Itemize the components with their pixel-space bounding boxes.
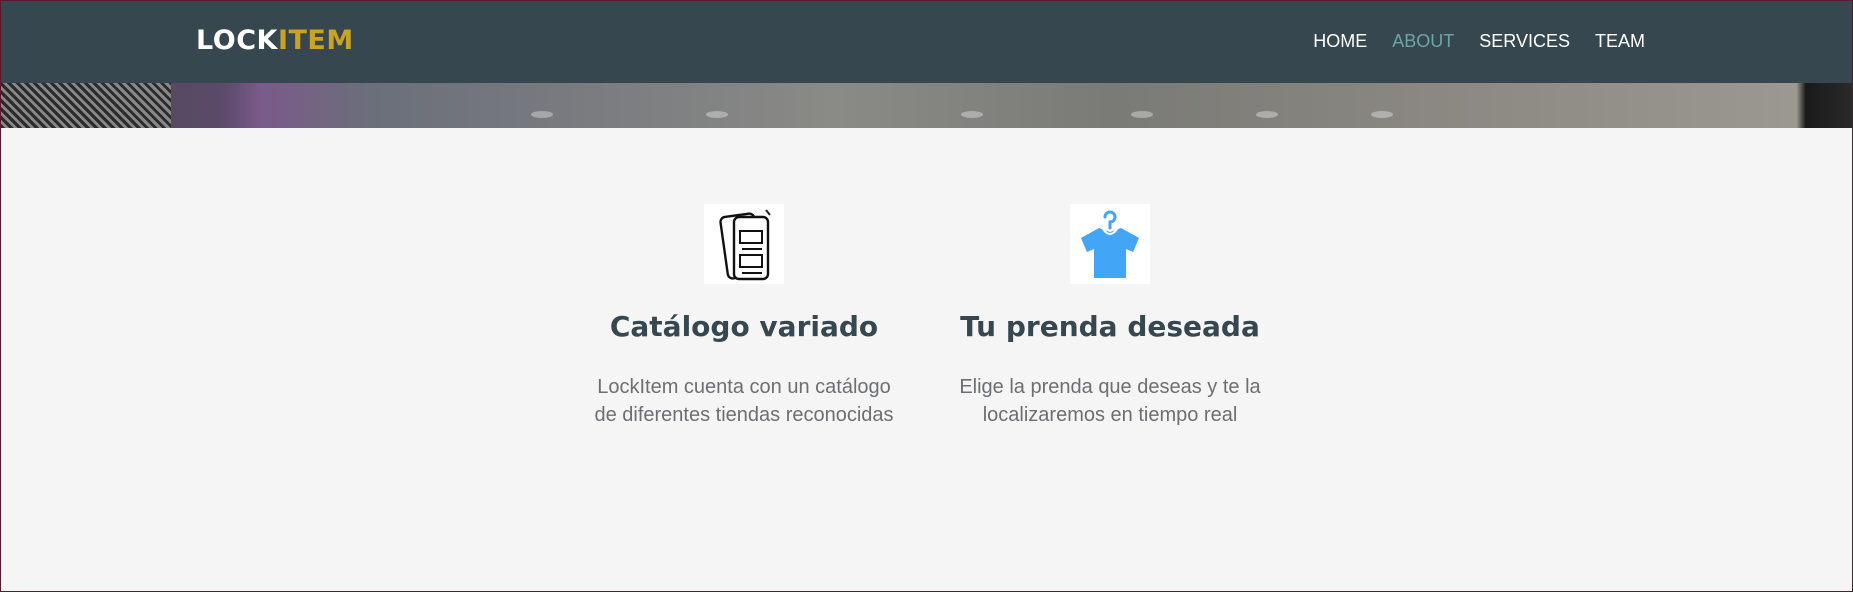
feature-description: Elige la prenda que deseas y te la local… — [940, 373, 1280, 429]
feature-description-line: LockItem cuenta con un catálogo — [597, 376, 891, 398]
nav-item-home[interactable]: HOME — [1313, 31, 1367, 52]
feature-description-line: localizaremos en tiempo real — [982, 404, 1238, 426]
shirt-icon — [1070, 204, 1150, 284]
nav-item-team[interactable]: TEAM — [1595, 31, 1645, 52]
ceiling-light — [961, 111, 983, 118]
brand-logo-part1: LOCK — [196, 25, 278, 56]
ceiling-light — [1371, 111, 1393, 118]
brand-logo[interactable]: LOCKITEM — [196, 25, 354, 56]
brand-logo-part2: ITEM — [277, 25, 354, 56]
ceiling-light — [706, 111, 728, 118]
navbar: LOCKITEM HOME ABOUT SERVICES TEAM — [1, 1, 1852, 83]
nav-item-services[interactable]: SERVICES — [1479, 31, 1570, 52]
ceiling-light — [1131, 111, 1153, 118]
page: LOCKITEM HOME ABOUT SERVICES TEAM Catálo… — [0, 0, 1853, 592]
feature-title: Tu prenda deseada — [960, 310, 1260, 343]
catalog-icon — [704, 204, 784, 284]
feature-description: LockItem cuenta con un catálogo de difer… — [574, 373, 914, 429]
feature-catalog: Catálogo variado LockItem cuenta con un … — [574, 204, 914, 429]
nav-item-about[interactable]: ABOUT — [1392, 31, 1454, 52]
hero-image-strip — [1, 83, 1852, 128]
hero-pattern — [1, 83, 171, 128]
feature-title: Catálogo variado — [609, 310, 879, 343]
main-nav: HOME ABOUT SERVICES TEAM — [1313, 31, 1645, 52]
feature-description-line: Elige la prenda que deseas y te la — [959, 376, 1261, 398]
ceiling-light — [1256, 111, 1278, 118]
ceiling-light — [531, 111, 553, 118]
feature-garment: Tu prenda deseada Elige la prenda que de… — [940, 204, 1280, 429]
feature-description-line: de diferentes tiendas reconocidas — [594, 404, 894, 426]
